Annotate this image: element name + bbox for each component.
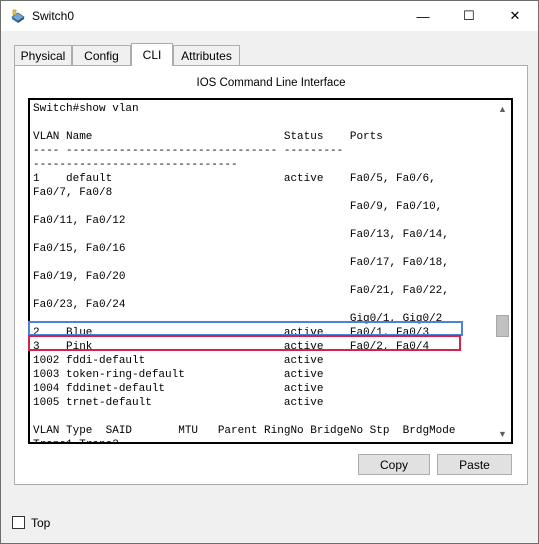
tab-cli[interactable]: CLI bbox=[131, 43, 173, 66]
console-line: 1003 token-ring-default active bbox=[33, 369, 324, 381]
console-line: Fa0/11, Fa0/12 bbox=[33, 215, 126, 227]
console-output[interactable]: Switch#show vlan VLAN Name Status Ports --… bbox=[33, 102, 495, 442]
console-line: Fa0/7, Fa0/8 bbox=[33, 187, 113, 199]
console-line: 1002 fddi-default active bbox=[33, 355, 324, 367]
minimize-icon: — bbox=[416, 8, 430, 24]
console-line: Fa0/13, Fa0/14, bbox=[33, 229, 449, 241]
scroll-thumb[interactable] bbox=[496, 315, 509, 337]
switch-window: Switch0 — ☐ ✕ Physical Config CLI Attrib… bbox=[0, 0, 539, 544]
cli-panel: IOS Command Line Interface Switch#show v… bbox=[14, 65, 528, 485]
console-line: ------------------------------- bbox=[33, 159, 238, 171]
console-line: 1004 fddinet-default active bbox=[33, 383, 324, 395]
title-bar[interactable]: Switch0 — ☐ ✕ bbox=[1, 1, 538, 31]
console-line: 1005 trnet-default active bbox=[33, 397, 324, 409]
tab-physical[interactable]: Physical bbox=[14, 45, 72, 65]
console-line: 1 default active Fa0/5, Fa0/6, bbox=[33, 173, 436, 185]
switch-device-icon bbox=[11, 9, 25, 23]
console-line: ---- -------------------------------- --… bbox=[33, 145, 344, 157]
console-line: 3 Pink active Fa0/2, Fa0/4 bbox=[33, 341, 430, 353]
console-line: Fa0/19, Fa0/20 bbox=[33, 271, 126, 283]
minimize-button[interactable]: — bbox=[400, 1, 446, 31]
console-line: Fa0/9, Fa0/10, bbox=[33, 201, 443, 213]
tab-config[interactable]: Config bbox=[72, 45, 131, 65]
console-line: VLAN Name Status Ports bbox=[33, 131, 383, 143]
close-icon: ✕ bbox=[509, 8, 521, 23]
tab-strip: Physical Config CLI Attributes bbox=[14, 43, 529, 66]
top-checkbox-label: Top bbox=[31, 516, 51, 530]
console-line: Fa0/17, Fa0/18, bbox=[33, 257, 449, 269]
cli-title: IOS Command Line Interface bbox=[196, 77, 346, 89]
console-line: 2 Blue active Fa0/1, Fa0/3 bbox=[33, 327, 430, 339]
tab-attributes[interactable]: Attributes bbox=[173, 45, 240, 65]
paste-button[interactable]: Paste bbox=[437, 454, 512, 475]
scroll-up-icon[interactable]: ▲ bbox=[494, 100, 511, 117]
console-line: Trans1 Trans2 bbox=[33, 438, 495, 442]
console-line: VLAN Type SAID MTU Parent RingNo BridgeN… bbox=[33, 425, 456, 437]
close-button[interactable]: ✕ bbox=[492, 1, 538, 31]
maximize-icon: ☐ bbox=[463, 8, 475, 23]
console-line: Fa0/15, Fa0/16 bbox=[33, 243, 126, 255]
console-line: Fa0/21, Fa0/22, bbox=[33, 285, 449, 297]
console-line: Switch#show vlan bbox=[33, 103, 139, 115]
cli-console[interactable]: Switch#show vlan VLAN Name Status Ports --… bbox=[28, 98, 513, 444]
console-line: Gig0/1, Gig0/2 bbox=[33, 313, 443, 325]
console-scrollbar[interactable]: ▲ ▼ bbox=[494, 100, 511, 442]
scroll-down-icon[interactable]: ▼ bbox=[494, 425, 511, 442]
window-title: Switch0 bbox=[32, 9, 75, 23]
maximize-button[interactable]: ☐ bbox=[446, 1, 492, 31]
console-line: Fa0/23, Fa0/24 bbox=[33, 299, 126, 311]
top-checkbox[interactable] bbox=[12, 516, 25, 529]
copy-button[interactable]: Copy bbox=[358, 454, 430, 475]
